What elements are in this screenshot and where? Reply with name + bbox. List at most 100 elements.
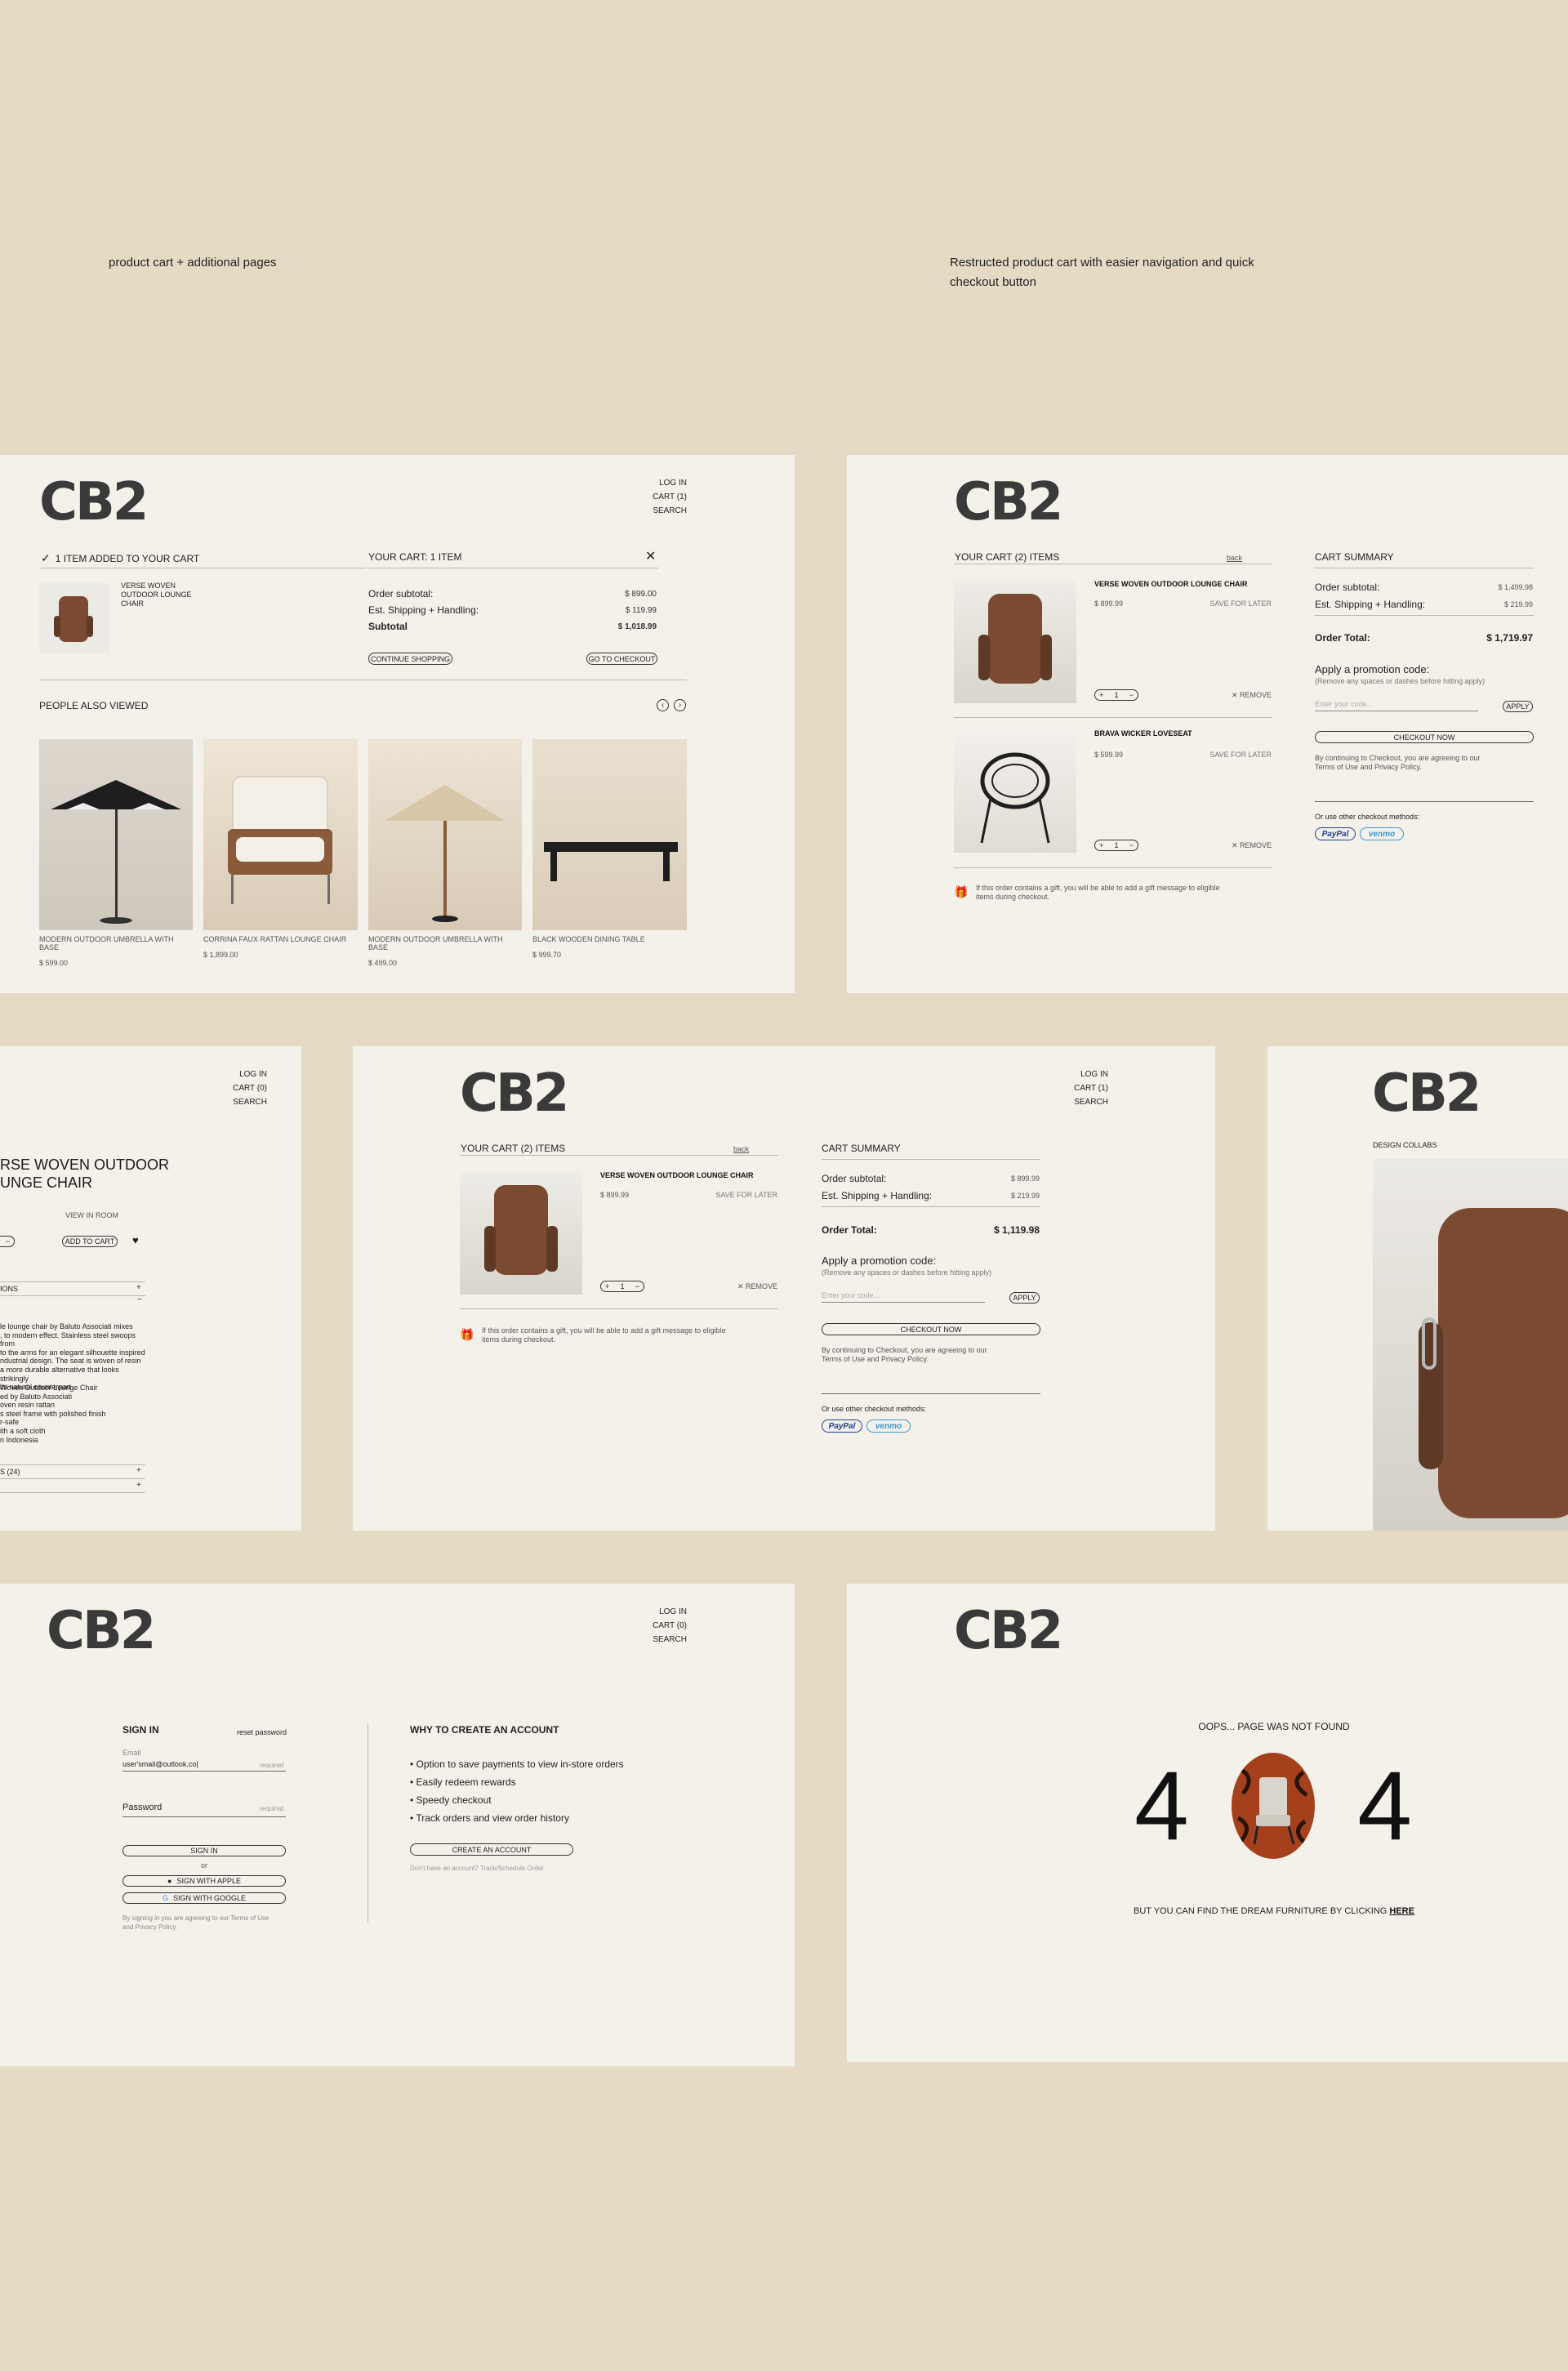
checkout-now-button[interactable]: CHECKOUT NOW [822,1323,1040,1335]
remove-link[interactable]: ✕ REMOVE [1200,691,1272,700]
back-link[interactable]: back [1227,554,1242,562]
prev-arrow-icon[interactable]: ‹ [657,699,669,711]
divider [954,717,1272,718]
apply-button[interactable]: APPLY [1009,1292,1040,1304]
cb2-logo[interactable]: CB2 [954,476,1063,528]
cb2-logo[interactable]: CB2 [47,1605,156,1657]
digit-four: 4 [1134,1751,1189,1861]
apple-label: SIGN WITH APPLE [176,1877,241,1885]
cart-link[interactable]: CART (1) [604,490,687,504]
sign-with-google-button[interactable]: G SIGN WITH GOOGLE [122,1892,286,1904]
continue-shopping-button[interactable]: CONTINUE SHOPPING [368,653,452,665]
quantity-value: 1 [1114,691,1119,699]
login-link[interactable]: LOG IN [604,1605,687,1619]
sign-with-apple-button[interactable]: ● SIGN WITH APPLE [122,1875,286,1887]
remove-label: REMOVE [1239,841,1272,849]
panel-product-detail: LOG IN CART (0) SEARCH RSE WOVEN OUTDOOR… [0,1046,301,1531]
plus-icon[interactable]: + [1099,691,1103,699]
view-in-room-link[interactable]: VIEW IN ROOM [65,1211,118,1219]
shipping-label: Est. Shipping + Handling: [822,1190,933,1201]
description-line: to the arms for an elegant silhouette in… [0,1348,145,1357]
here-link[interactable]: HERE [1389,1906,1414,1916]
plus-icon[interactable]: + [605,1282,609,1290]
order-subtotal-value: $ 899.00 [625,590,657,599]
quantity-stepper[interactable]: +1 − [1094,689,1138,701]
apply-button[interactable]: APPLY [1503,701,1533,712]
cart-link[interactable]: CART (1) [1027,1081,1108,1095]
quantity-stepper[interactable]: − [0,1236,15,1247]
paypal-button[interactable]: PayPal [1315,827,1356,840]
added-message: ✓ 1 ITEM ADDED TO YOUR CART [41,551,199,565]
create-account-button[interactable]: CREATE AN ACCOUNT [410,1843,573,1856]
add-to-cart-button[interactable]: ADD TO CART [62,1236,118,1247]
cart-item-name: VERSE WOVEN OUTDOOR LOUNGE CHAIR [600,1171,754,1179]
minus-icon[interactable]: − [1129,841,1134,849]
minus-icon[interactable]: − [6,1237,10,1246]
product-card[interactable]: MODERN OUTDOOR UMBRELLA WITH BASE $ 499.… [368,739,522,967]
cb2-logo[interactable]: CB2 [954,1605,1063,1657]
remove-link[interactable]: ✕ REMOVE [706,1282,777,1291]
close-icon[interactable]: ✕ [645,548,656,564]
product-image [368,739,522,930]
promo-input[interactable]: Enter your code... [1315,700,1478,711]
close-icon: ✕ [1231,841,1240,849]
collab-hero-image[interactable] [1373,1159,1568,1531]
top-nav: LOG IN CART (0) SEARCH [604,1605,687,1647]
minus-icon[interactable]: − [1129,691,1134,699]
login-link[interactable]: LOG IN [185,1067,267,1081]
search-link[interactable]: SEARCH [604,1633,687,1647]
quantity-stepper[interactable]: +1 − [600,1281,644,1292]
heart-icon[interactable]: ♥ [132,1234,139,1246]
cart-link[interactable]: CART (0) [185,1081,267,1095]
description-line: a more durable alternative that looks st… [0,1365,119,1383]
save-for-later-link[interactable]: SAVE FOR LATER [689,1191,777,1199]
product-card[interactable]: MODERN OUTDOOR UMBRELLA WITH BASE $ 599.… [39,739,193,967]
order-total-label: Order Total: [1315,632,1370,644]
collapse-icon[interactable]: − [137,1295,142,1304]
paypal-button[interactable]: PayPal [822,1419,862,1433]
plus-icon[interactable]: + [1099,841,1103,849]
divider [0,1295,145,1296]
cart-link[interactable]: CART (0) [604,1619,687,1633]
search-link[interactable]: SEARCH [185,1095,267,1109]
sign-in-button[interactable]: SIGN IN [122,1845,286,1856]
promo-note: (Remove any spaces or dashes before hitt… [1315,677,1486,685]
venmo-button[interactable]: venmo [1360,827,1404,840]
save-for-later-link[interactable]: SAVE FOR LATER [1183,751,1272,759]
checkout-now-button[interactable]: CHECKOUT NOW [1315,731,1534,743]
spec-line: s steel frame with polished finish [0,1409,106,1418]
spec-line: Woven Outdoor Lounge Chair [0,1384,98,1392]
product-card[interactable]: BLACK WOODEN DINING TABLE $ 999.70 [532,739,687,959]
cb2-logo[interactable]: CB2 [460,1067,569,1120]
added-text: 1 ITEM ADDED TO YOUR CART [55,552,200,564]
cb2-logo[interactable]: CB2 [39,476,149,528]
no-account-note[interactable]: Don't have an account? Track/Schedule Or… [410,1865,544,1872]
divider [1315,801,1534,802]
expand-icon[interactable]: + [136,1481,141,1490]
reset-password-link[interactable]: reset password [237,1728,287,1736]
quantity-stepper[interactable]: +1 − [1094,840,1138,851]
venmo-button[interactable]: venmo [866,1419,911,1433]
order-subtotal-label: Order subtotal: [822,1173,887,1184]
cb2-logo[interactable]: CB2 [1372,1067,1481,1120]
search-link[interactable]: SEARCH [604,504,687,518]
remove-link[interactable]: ✕ REMOVE [1200,841,1272,850]
expand-icon[interactable]: + [136,1466,141,1475]
promo-label: Apply a promotion code: [822,1255,937,1267]
panel-sign-in: CB2 LOG IN CART (0) SEARCH SIGN IN reset… [0,1584,795,2066]
description-line: le lounge chair by Baluto Associati mixe… [0,1322,133,1330]
expand-icon[interactable]: + [136,1283,141,1292]
terms-note: By continuing to Checkout, you are agree… [1315,754,1481,771]
minus-icon[interactable]: − [635,1282,639,1290]
go-to-checkout-button[interactable]: GO TO CHECKOUT [586,653,657,665]
login-link[interactable]: LOG IN [1027,1067,1108,1081]
promo-input[interactable]: Enter your code... [822,1291,985,1303]
save-for-later-link[interactable]: SAVE FOR LATER [1183,599,1272,608]
login-link[interactable]: LOG IN [604,476,687,490]
order-total-value: $ 1,119.98 [993,1224,1040,1236]
back-link[interactable]: back [733,1145,749,1153]
next-arrow-icon[interactable]: › [674,699,686,711]
search-link[interactable]: SEARCH [1027,1095,1108,1109]
product-card[interactable]: CORRINA FAUX RATTAN LOUNGE CHAIR $ 1,899… [203,739,358,959]
spec-line: ith a soft cloth [0,1426,46,1435]
